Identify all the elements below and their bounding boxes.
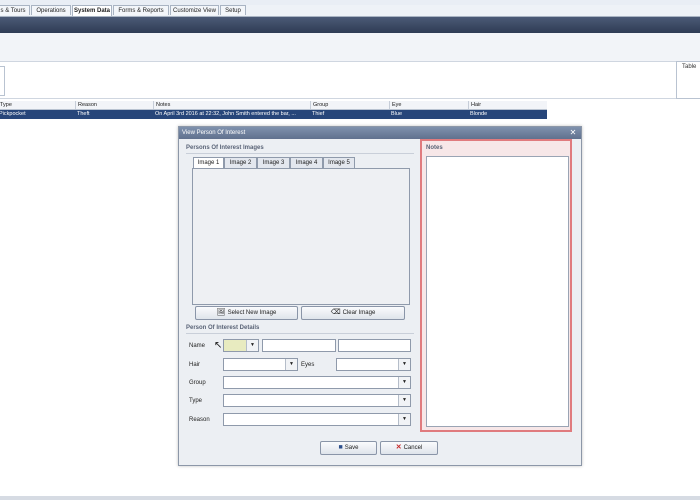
tab-sites-tours[interactable]: s & Tours [0,5,30,15]
chevron-down-icon: ▼ [398,377,410,388]
reason-label: Reason [189,417,210,423]
table-panel[interactable]: Table [676,61,700,99]
cell-group: Thief [312,111,325,117]
dialog-title-bar[interactable]: View Person Of Interest ✕ [179,127,581,139]
tab-image-2[interactable]: Image 2 [224,157,257,168]
clear-image-button[interactable]: ⌫ Clear Image [301,306,405,320]
grid-col-type[interactable]: Type [0,101,75,109]
save-label: Save [344,445,359,451]
tab-operations[interactable]: Operations [31,5,71,15]
select-new-image-label: Select New Image [227,310,277,316]
save-button[interactable]: ■ Save [320,441,377,455]
tab-setup[interactable]: Setup [220,5,246,15]
grid-col-eye[interactable]: Eye [389,101,468,109]
select-new-image-button[interactable]: 🖼 Select New Image [195,306,298,320]
grid-col-group[interactable]: Group [310,101,389,109]
tab-image-4[interactable]: Image 4 [290,157,323,168]
chevron-down-icon: ▼ [398,395,410,406]
name-label: Name [189,343,206,349]
eraser-icon: ⌫ [330,309,341,316]
cell-eye: Blue [391,111,403,117]
images-section-title: Persons Of Interest Images [186,145,264,151]
eyes-label: Eyes [301,362,315,368]
tab-customize-view[interactable]: Customize View [170,5,219,15]
floppy-disk-icon: ■ [338,444,343,451]
hair-combo[interactable]: ▼ [223,358,298,371]
chevron-down-icon: ▼ [398,359,410,370]
navigation-bar [0,17,700,33]
close-icon: ✕ [395,444,402,451]
section-divider [186,153,414,154]
mouse-cursor-icon: ↖ [214,340,223,351]
toolbar-area [0,62,700,99]
ribbon-area [0,33,700,62]
toolbar-left-panel [0,66,5,96]
notes-textarea[interactable] [426,156,569,427]
image-add-icon: 🖼 [216,309,226,316]
grid-col-reason[interactable]: Reason [75,101,153,109]
type-label: Type [189,398,203,404]
tab-forms-reports[interactable]: Forms & Reports [113,5,169,15]
image-preview-panel [192,168,410,305]
group-combo[interactable]: ▼ [223,376,411,389]
last-name-field[interactable] [338,339,411,352]
grid-col-hair[interactable]: Hair [468,101,547,109]
hair-label: Hair [189,362,201,368]
cell-reason: Theft [77,111,90,117]
chevron-down-icon: ▼ [398,414,410,425]
tab-image-3[interactable]: Image 3 [257,157,290,168]
status-bar [0,496,700,500]
cancel-label: Cancel [403,445,423,451]
reason-combo[interactable]: ▼ [223,413,411,426]
chevron-down-icon: ▼ [285,359,297,370]
eyes-combo[interactable]: ▼ [336,358,411,371]
cell-hair: Blonde [470,111,488,117]
section-divider [186,333,414,334]
main-tab-bar: s & Tours Operations System Data Forms &… [0,5,700,17]
cancel-button[interactable]: ✕ Cancel [380,441,438,455]
clear-image-label: Clear Image [342,310,376,316]
first-name-field[interactable] [262,339,336,352]
grid-header: Type Reason Notes Group Eye Hair [0,101,547,110]
tab-system-data[interactable]: System Data [72,5,112,16]
close-icon[interactable]: ✕ [568,127,578,139]
table-row[interactable]: Pickpocket Theft On April 3rd 2016 at 22… [0,110,547,119]
grid-col-notes[interactable]: Notes [153,101,310,109]
notes-label: Notes [426,145,443,151]
name-title-combo[interactable]: ▼ [223,339,259,352]
details-section-title: Person Of Interest Details [186,325,260,331]
type-combo[interactable]: ▼ [223,394,411,407]
cell-notes: On April 3rd 2016 at 22:32, John Smith e… [155,111,296,117]
dialog-title: View Person Of Interest [182,130,246,136]
tab-image-5[interactable]: Image 5 [323,157,355,168]
group-label: Group [189,380,206,386]
chevron-down-icon: ▼ [246,340,258,351]
table-panel-label: Table [682,64,697,70]
cell-type: Pickpocket [0,111,26,117]
